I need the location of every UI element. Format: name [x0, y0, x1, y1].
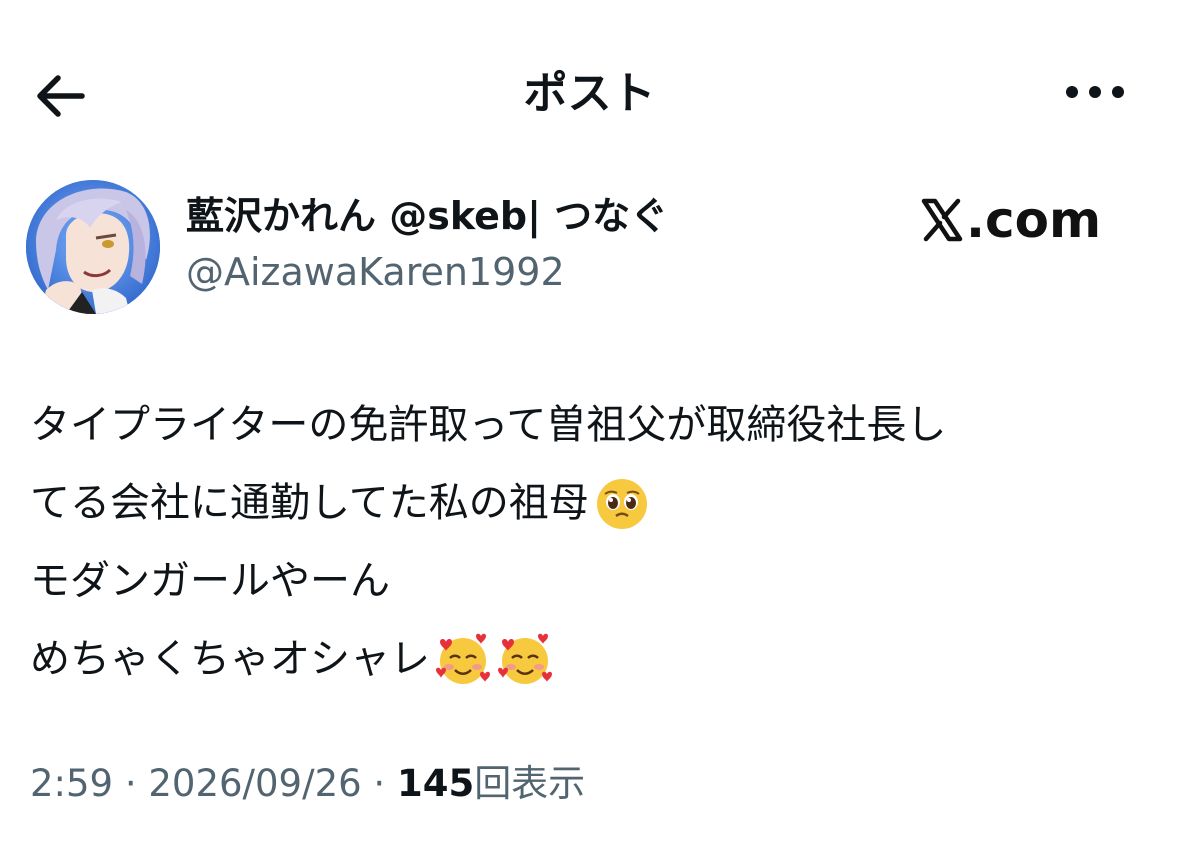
smiling-face-with-hearts-emoji	[498, 633, 552, 684]
more-options-button[interactable]	[1060, 72, 1130, 112]
post-metadata: 2:59 · 2026/09/26 · 145回表示	[30, 756, 585, 812]
post-text-line: めちゃくちゃオシャレ	[30, 620, 1150, 698]
x-logo-icon	[921, 198, 963, 242]
post-text-line: モダンガールやーん	[30, 542, 1150, 620]
post-text-line: てる会社に通勤してた私の祖母	[30, 464, 1150, 542]
post-text-line-3: モダンガールやーん	[30, 558, 390, 604]
x-com-watermark: .com	[920, 188, 1101, 252]
post-text-line-2: てる会社に通勤してた私の祖母	[30, 480, 589, 526]
author-display-name[interactable]: 藍沢かれん @skeb| つなぐ	[186, 188, 668, 244]
anime-character-avatar	[26, 180, 160, 314]
views-label: 回表示	[474, 762, 586, 805]
watermark-suffix: .com	[966, 191, 1102, 249]
post-text-line-4: めちゃくちゃオシャレ	[30, 636, 430, 682]
meta-separator: ·	[113, 762, 149, 805]
views-count: 145	[396, 762, 475, 805]
avatar[interactable]	[26, 180, 160, 314]
page-title: ポスト	[523, 68, 656, 119]
smiling-face-with-hearts-emoji	[436, 633, 490, 684]
post-text: タイプライターの免許取って曽祖父が取締役社長し てる会社に通勤してた私の祖母 モ…	[30, 386, 1150, 698]
author-handle[interactable]: @AizawaKaren1992	[186, 244, 565, 300]
post-time[interactable]: 2:59	[30, 762, 113, 805]
more-horizontal-icon	[1066, 86, 1124, 98]
post-text-line-1: タイプライターの免許取って曽祖父が取締役社長し	[30, 402, 947, 448]
top-app-bar: ポスト	[0, 0, 1179, 185]
post-text-line: タイプライターの免許取って曽祖父が取締役社長し	[30, 386, 1150, 464]
post-date[interactable]: 2026/09/26	[148, 762, 361, 805]
meta-separator: ·	[361, 762, 397, 805]
pleading-face-emoji	[596, 479, 647, 529]
